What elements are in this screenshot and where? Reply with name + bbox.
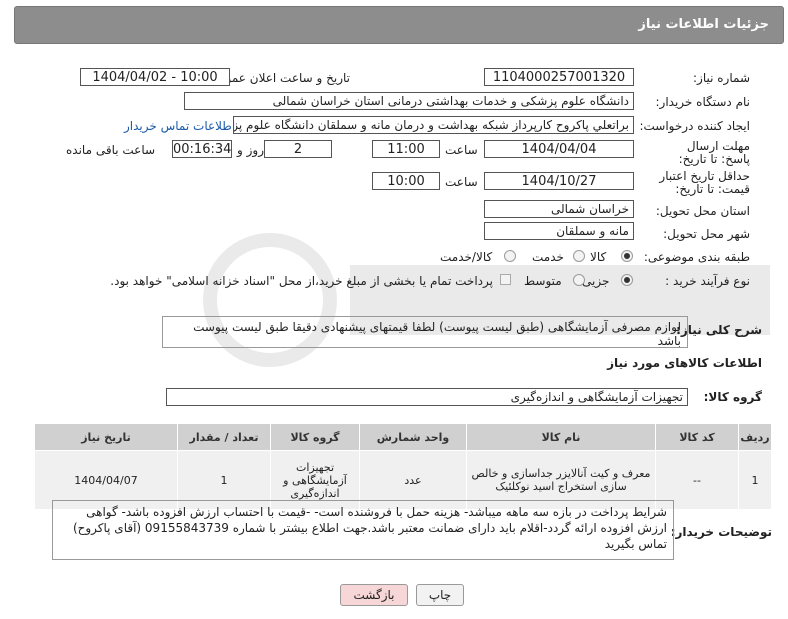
validity-date-field: 1404/10/27 [484, 172, 634, 190]
remaining-time-field: 00:16:34 [172, 140, 232, 158]
need-number-field: 1104000257001320 [484, 68, 634, 86]
goods-info-title: اطلاعات کالاهای مورد نیاز [607, 356, 762, 370]
remaining-label: ساعت باقی مانده [66, 143, 156, 157]
category-both-radio[interactable] [504, 250, 516, 262]
category-label: طبقه بندی موضوعی: [643, 250, 750, 264]
province-field: خراسان شمالی [484, 200, 634, 218]
validity-label: حداقل تاریخ اعتبار قیمت: تا تاریخ: [659, 169, 750, 196]
process-minor-label: جزیی [582, 274, 610, 288]
notes-label: توضیحات خریدار: [670, 525, 772, 539]
col-code: کد کالا [655, 423, 739, 451]
creator-label: ایجاد کننده درخواست: [639, 119, 750, 133]
process-medium-label: متوسط [524, 274, 562, 288]
need-number-label: شماره نیاز: [693, 71, 750, 85]
deadline-label: مهلت ارسال پاسخ: تا تاریخ: [678, 139, 750, 166]
deadline-time-label: ساعت [445, 143, 478, 157]
process-label: نوع فرآیند خرید : [665, 274, 750, 288]
deadline-time-field: 11:00 [372, 140, 440, 158]
col-name: نام کالا [466, 423, 656, 451]
process-minor-radio[interactable] [621, 274, 633, 286]
category-both-label: کالا/خدمت [440, 250, 493, 264]
items-table: ردیف کد کالا نام کالا واحد شمارش گروه کا… [34, 423, 772, 510]
buyer-contact-link[interactable]: اطلاعات تماس خریدار [124, 119, 235, 133]
table-header-row: ردیف کد کالا نام کالا واحد شمارش گروه کا… [34, 423, 772, 451]
col-unit: واحد شمارش [359, 423, 467, 451]
creator-field: براتعلي پاكروح كارپرداز شبكه بهداشت و در… [233, 116, 634, 134]
col-group: گروه کالا [270, 423, 360, 451]
category-service-radio[interactable] [573, 250, 585, 262]
panel-header: جزئیات اطلاعات نیاز [14, 6, 784, 44]
category-goods-radio[interactable] [621, 250, 633, 262]
validity-time-label: ساعت [445, 175, 478, 189]
province-label: استان محل تحویل: [655, 204, 750, 218]
cell-row: 1 [738, 450, 772, 510]
payment-note: پرداخت تمام یا بخشی از مبلغ خرید،از محل … [110, 274, 493, 288]
description-label: شرح کلی نیاز: [676, 323, 762, 337]
buyer-label: نام دستگاه خریدار: [655, 95, 751, 109]
goods-group-label: گروه کالا: [703, 390, 762, 404]
category-service-label: خدمت [532, 250, 564, 264]
validity-time-field: 10:00 [372, 172, 440, 190]
goods-group-field: تجهیزات آزمایشگاهی و اندازه‌گیری [166, 388, 688, 406]
print-button[interactable]: چاپ [416, 584, 464, 606]
deadline-date-field: 1404/04/04 [484, 140, 634, 158]
notes-field: شرایط پرداخت در بازه سه ماهه میباشد- هزی… [52, 500, 674, 560]
days-label: روز و [237, 143, 264, 157]
buyer-field: دانشگاه علوم پزشکی و خدمات بهداشتی درمان… [184, 92, 634, 110]
page-title: جزئیات اطلاعات نیاز [638, 17, 769, 32]
city-field: مانه و سملقان [484, 222, 634, 240]
process-medium-radio[interactable] [573, 274, 585, 286]
days-field: 2 [264, 140, 332, 158]
col-row: ردیف [738, 423, 772, 451]
treasury-checkbox[interactable] [500, 274, 511, 285]
category-goods-label: کالا [590, 250, 607, 264]
col-qty: تعداد / مقدار [177, 423, 271, 451]
col-date: تاریخ نیاز [34, 423, 178, 451]
city-label: شهر محل تحویل: [663, 227, 750, 241]
announce-field: 1404/04/02 - 10:00 [80, 68, 230, 86]
back-button[interactable]: بازگشت [340, 584, 408, 606]
description-field: لوازم مصرفی آزمایشگاهی (طبق لیست پیوست) … [162, 316, 688, 348]
watermark-logo [203, 233, 770, 367]
